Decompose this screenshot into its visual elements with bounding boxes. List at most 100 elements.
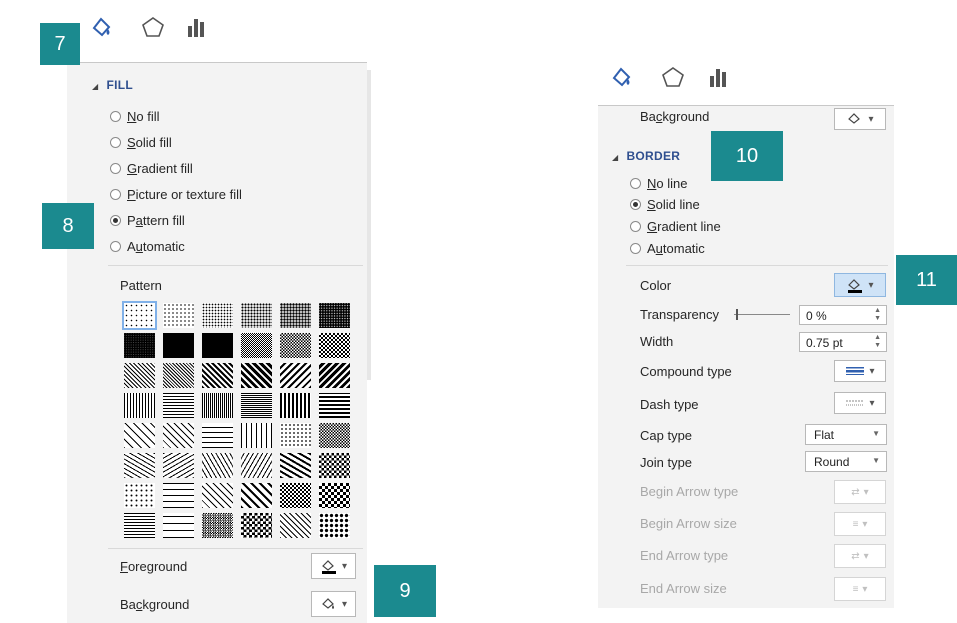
pattern-swatch[interactable] — [122, 301, 157, 330]
foreground-color-button[interactable]: ▾ — [311, 553, 356, 579]
pattern-swatch[interactable] — [202, 303, 233, 328]
pattern-swatch[interactable] — [241, 423, 272, 448]
color-label: Color — [640, 278, 672, 293]
no-line-radio[interactable]: No line — [630, 176, 687, 191]
pattern-fill-radio[interactable]: Pattern fill — [110, 213, 185, 228]
collapse-triangle-icon: ◢ — [92, 82, 99, 91]
dash-type-label: Dash type — [640, 397, 699, 412]
pattern-swatch[interactable] — [280, 453, 311, 478]
paint-bucket-icon — [848, 279, 863, 293]
pattern-swatch[interactable] — [124, 423, 155, 448]
dash-type-button[interactable]: ▾ — [834, 392, 886, 414]
spinner-arrows-icon[interactable]: ▲ ▼ — [874, 307, 881, 323]
solid-line-radio[interactable]: Solid line — [630, 197, 700, 212]
left-panel-scrollbar[interactable] — [367, 70, 371, 380]
gradient-line-radio[interactable]: Gradient line — [630, 219, 721, 234]
pattern-swatch[interactable] — [202, 423, 233, 448]
pattern-swatch[interactable] — [163, 303, 194, 328]
pattern-swatch[interactable] — [319, 453, 350, 478]
collapse-triangle-icon: ◢ — [612, 153, 619, 162]
pattern-swatch[interactable] — [241, 303, 272, 328]
chevron-down-icon: ▾ — [341, 560, 348, 572]
compound-lines-icon — [846, 367, 865, 375]
gradient-fill-radio[interactable]: Gradient fill — [110, 161, 193, 176]
pattern-swatch[interactable] — [163, 363, 194, 388]
border-section-header[interactable]: ◢ BORDER — [612, 149, 680, 163]
pattern-swatch[interactable] — [241, 513, 272, 538]
automatic-fill-radio[interactable]: Automatic — [110, 239, 185, 254]
solid-fill-radio[interactable]: Solid fill — [110, 135, 172, 150]
pattern-swatch[interactable] — [319, 303, 350, 328]
line-color-button[interactable]: ▾ — [834, 273, 886, 297]
fill-section-header[interactable]: ◢ FILL — [92, 78, 133, 92]
pattern-swatch[interactable] — [124, 333, 155, 358]
pattern-swatch[interactable] — [280, 363, 311, 388]
begin-arrow-size-button[interactable]: ≡ ▾ — [834, 512, 886, 536]
pattern-swatch[interactable] — [163, 453, 194, 478]
pattern-swatch[interactable] — [241, 483, 272, 508]
fill-tab-paint-bucket-icon[interactable] — [608, 64, 634, 90]
pattern-swatch[interactable] — [241, 393, 272, 418]
pattern-swatch[interactable] — [124, 393, 155, 418]
background-color-button[interactable]: ▾ — [834, 108, 886, 130]
pattern-swatch[interactable] — [319, 483, 350, 508]
arrows-icon: ⇄ — [851, 486, 860, 498]
pattern-swatch[interactable] — [163, 483, 194, 508]
size-tab-bar-chart-icon[interactable] — [706, 64, 732, 90]
picture-texture-fill-radio[interactable]: Picture or texture fill — [110, 187, 242, 202]
pattern-swatch[interactable] — [319, 363, 350, 388]
end-arrow-type-label: End Arrow type — [640, 548, 729, 563]
end-arrow-type-button[interactable]: ⇄ ▾ — [834, 544, 886, 568]
pattern-swatch[interactable] — [280, 513, 311, 538]
end-arrow-size-label: End Arrow size — [640, 581, 727, 596]
transparency-slider-thumb[interactable] — [736, 309, 738, 320]
pattern-swatch[interactable] — [202, 483, 233, 508]
effects-tab-pentagon-icon[interactable] — [660, 64, 686, 90]
effects-tab-pentagon-icon[interactable] — [140, 14, 166, 40]
pattern-swatch[interactable] — [163, 513, 194, 538]
pattern-swatch[interactable] — [202, 393, 233, 418]
pattern-swatch[interactable] — [280, 483, 311, 508]
pattern-swatch[interactable] — [280, 393, 311, 418]
pattern-swatch[interactable] — [280, 333, 311, 358]
pattern-swatch[interactable] — [124, 453, 155, 478]
background-color-button[interactable]: ▾ — [311, 591, 356, 617]
pattern-swatch[interactable] — [319, 393, 350, 418]
compound-type-button[interactable]: ▾ — [834, 360, 886, 382]
pattern-swatch[interactable] — [124, 513, 155, 538]
pattern-swatch[interactable] — [241, 333, 272, 358]
pattern-label: Pattern — [120, 278, 162, 293]
pattern-swatch[interactable] — [124, 363, 155, 388]
transparency-slider[interactable] — [734, 314, 790, 315]
pattern-swatch[interactable] — [202, 333, 233, 358]
begin-arrow-type-button[interactable]: ⇄ ▾ — [834, 480, 886, 504]
pattern-swatch[interactable] — [202, 453, 233, 478]
pattern-swatch[interactable] — [241, 363, 272, 388]
pattern-swatch[interactable] — [241, 453, 272, 478]
chevron-down-icon: ▾ — [869, 397, 875, 409]
fill-divider — [108, 265, 363, 266]
pattern-swatch[interactable] — [319, 513, 350, 538]
size-tab-bar-chart-icon[interactable] — [184, 14, 210, 40]
end-arrow-size-button[interactable]: ≡ ▾ — [834, 577, 886, 601]
fill-tab-paint-bucket-icon[interactable] — [88, 14, 114, 40]
paint-bucket-icon — [848, 113, 861, 124]
automatic-line-radio[interactable]: Automatic — [630, 241, 705, 256]
pattern-swatch[interactable] — [319, 423, 350, 448]
pattern-swatch[interactable] — [280, 303, 311, 328]
pattern-swatch[interactable] — [319, 333, 350, 358]
join-type-select[interactable]: Round ▼ — [805, 451, 887, 472]
pattern-swatch[interactable] — [202, 513, 233, 538]
pattern-swatch[interactable] — [124, 483, 155, 508]
lines-icon: ≡ — [852, 518, 859, 530]
pattern-swatch[interactable] — [280, 423, 311, 448]
pattern-swatch[interactable] — [163, 393, 194, 418]
no-fill-radio[interactable]: No fill — [110, 109, 160, 124]
pattern-swatch[interactable] — [202, 363, 233, 388]
pattern-swatch[interactable] — [163, 333, 194, 358]
pattern-swatch[interactable] — [163, 423, 194, 448]
width-input[interactable]: 0.75 pt ▲ ▼ — [799, 332, 887, 352]
cap-type-select[interactable]: Flat ▼ — [805, 424, 887, 445]
transparency-input[interactable]: 0 % ▲ ▼ — [799, 305, 887, 325]
spinner-arrows-icon[interactable]: ▲ ▼ — [874, 334, 881, 350]
